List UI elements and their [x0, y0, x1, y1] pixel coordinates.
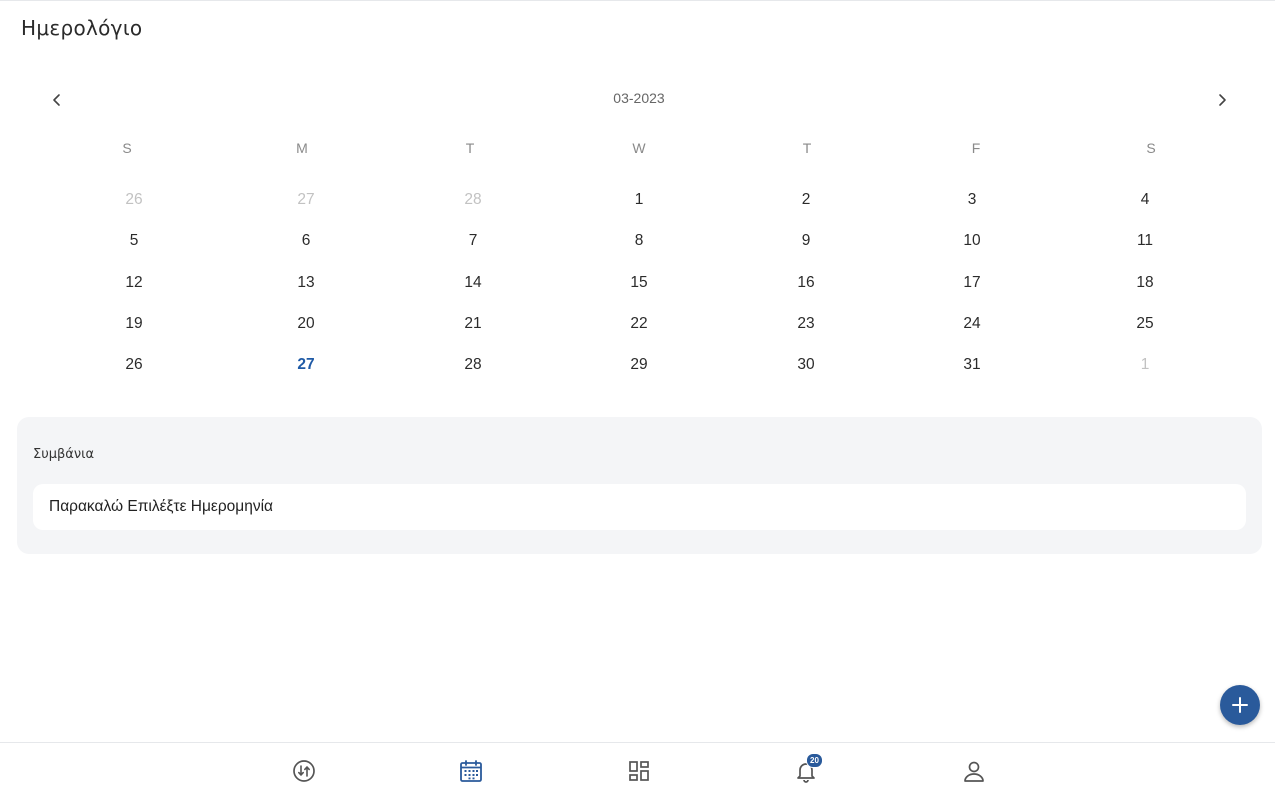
- calendar-day[interactable]: 7: [433, 232, 513, 250]
- calendar-day-outside-month[interactable]: 26: [94, 191, 174, 209]
- calendar-day[interactable]: 2: [766, 191, 846, 209]
- calendar-day[interactable]: 10: [932, 232, 1012, 250]
- calendar-day[interactable]: 20: [266, 315, 346, 333]
- next-month-button[interactable]: [1210, 88, 1234, 112]
- calendar-day[interactable]: 9: [766, 232, 846, 250]
- calendar-day[interactable]: 14: [433, 274, 513, 292]
- calendar-day[interactable]: 12: [94, 274, 174, 292]
- calendar-day[interactable]: 15: [599, 274, 679, 292]
- weekday-label: W: [632, 140, 646, 156]
- calendar-day-today[interactable]: 27: [266, 356, 346, 374]
- weekday-label: F: [971, 140, 981, 156]
- dashboard-icon: [629, 761, 649, 781]
- user-icon: [964, 761, 984, 782]
- bottom-navigation: 20: [0, 742, 1275, 801]
- calendar-day[interactable]: 19: [94, 315, 174, 333]
- plus-icon: [1232, 697, 1248, 713]
- calendar-day[interactable]: 16: [766, 274, 846, 292]
- tab-profile[interactable]: [961, 758, 987, 784]
- calendar-day-outside-month[interactable]: 27: [266, 191, 346, 209]
- calendar-day-outside-month[interactable]: 1: [1105, 356, 1185, 374]
- calendar-icon: [460, 760, 482, 782]
- events-empty-message: Παρακαλώ Επιλέξτε Ημερομηνία: [49, 498, 273, 515]
- calendar-day[interactable]: 1: [599, 191, 679, 209]
- calendar-day[interactable]: 11: [1105, 232, 1185, 250]
- chevron-right-icon: [1219, 94, 1226, 106]
- notification-count-badge: 20: [806, 753, 823, 768]
- calendar-day[interactable]: 26: [94, 356, 174, 374]
- weekday-label: T: [802, 140, 812, 156]
- weekday-label: M: [296, 140, 308, 156]
- tab-calendar[interactable]: [458, 758, 484, 784]
- calendar-day[interactable]: 29: [599, 356, 679, 374]
- events-list: Παρακαλώ Επιλέξτε Ημερομηνία: [33, 484, 1246, 530]
- calendar-day[interactable]: 6: [266, 232, 346, 250]
- weekday-label: T: [465, 140, 475, 156]
- calendar-day-outside-month[interactable]: 28: [433, 191, 513, 209]
- weekday-label: S: [122, 140, 132, 156]
- calendar-day[interactable]: 25: [1105, 315, 1185, 333]
- calendar-day[interactable]: 28: [433, 356, 513, 374]
- transfer-icon: [293, 760, 315, 782]
- calendar-day[interactable]: 3: [932, 191, 1012, 209]
- calendar-day[interactable]: 17: [932, 274, 1012, 292]
- events-panel: Συμβάνια Παρακαλώ Επιλέξτε Ημερομηνία: [17, 417, 1262, 554]
- calendar-day[interactable]: 21: [433, 315, 513, 333]
- add-event-button[interactable]: [1220, 685, 1260, 725]
- calendar-day[interactable]: 4: [1105, 191, 1185, 209]
- calendar-day[interactable]: 13: [266, 274, 346, 292]
- tab-notifications[interactable]: 20: [793, 753, 823, 784]
- calendar-day[interactable]: 23: [766, 315, 846, 333]
- weekday-label: S: [1146, 140, 1156, 156]
- tab-dashboard[interactable]: [626, 758, 652, 784]
- events-title: Συμβάνια: [33, 447, 95, 462]
- calendar-day[interactable]: 8: [599, 232, 679, 250]
- calendar-day[interactable]: 24: [932, 315, 1012, 333]
- calendar-day[interactable]: 18: [1105, 274, 1185, 292]
- calendar-day[interactable]: 22: [599, 315, 679, 333]
- calendar-day[interactable]: 30: [766, 356, 846, 374]
- calendar-day[interactable]: 5: [94, 232, 174, 250]
- month-label: 03-2023: [613, 90, 665, 106]
- tab-transfer[interactable]: [291, 758, 317, 784]
- page-title: Ημερολόγιο: [21, 16, 143, 40]
- calendar-day[interactable]: 31: [932, 356, 1012, 374]
- top-divider: [0, 0, 1275, 1]
